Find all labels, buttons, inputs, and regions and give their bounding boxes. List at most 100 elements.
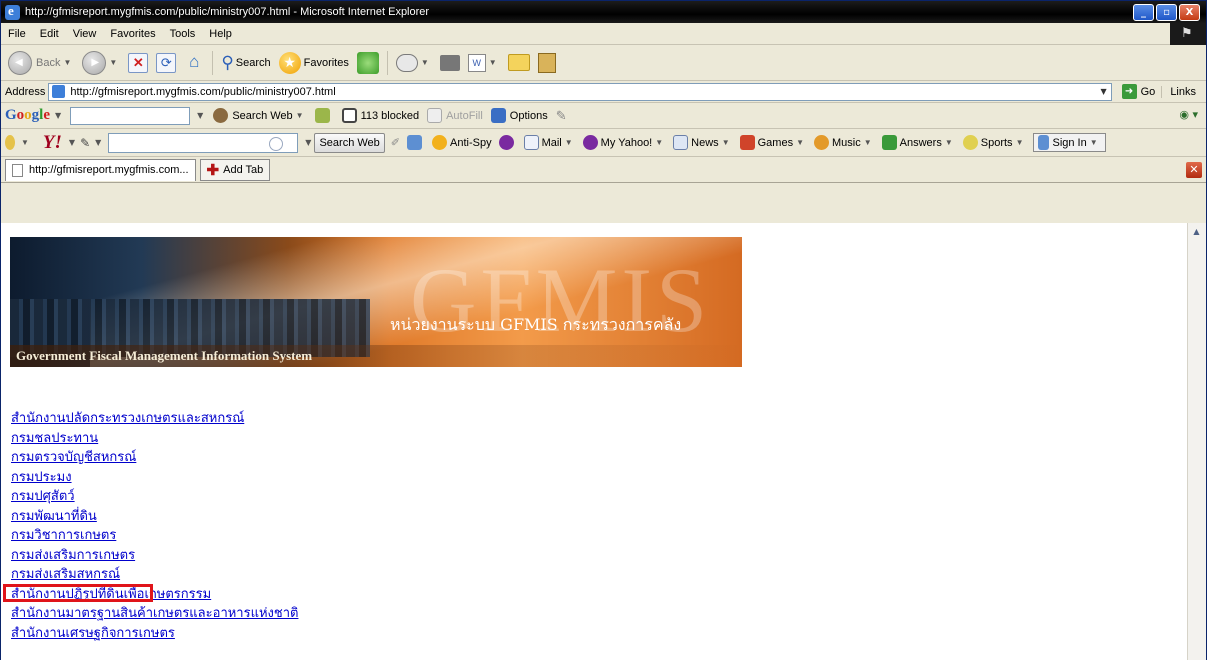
menu-help[interactable]: Help: [202, 23, 239, 45]
yahoo-pencil-icon[interactable]: ✎: [80, 136, 90, 150]
pagerank-button[interactable]: [314, 108, 334, 123]
add-tab-button[interactable]: ✚ Add Tab: [199, 158, 271, 181]
department-link[interactable]: สำนักงานปลัดกระทรวงเกษตรและสหกรณ์: [11, 409, 298, 429]
scroll-up-arrow-icon[interactable]: ▲: [1188, 223, 1205, 240]
news-button[interactable]: News ▼: [673, 135, 732, 150]
menu-favorites[interactable]: Favorites: [103, 23, 162, 45]
search-web-dropdown-icon[interactable]: ▼: [296, 111, 304, 120]
forward-button[interactable]: ▼: [79, 48, 123, 78]
close-button[interactable]: X: [1179, 3, 1200, 21]
refresh-button[interactable]: ⟳: [153, 48, 179, 78]
print-button[interactable]: [437, 48, 463, 78]
address-dropdown-icon[interactable]: ▼: [1097, 87, 1111, 96]
stop-button[interactable]: ✕: [125, 48, 151, 78]
autofill-button[interactable]: AutoFill: [427, 108, 483, 123]
department-link[interactable]: กรมชลประทาน: [11, 429, 298, 449]
mail-dropdown-icon[interactable]: ▼: [421, 58, 429, 67]
my-yahoo-label: My Yahoo!: [600, 136, 653, 149]
google-dropdown-icon[interactable]: ▼: [55, 111, 61, 120]
search-button[interactable]: ⚲ Search: [218, 48, 273, 78]
page-content: GFMIS หน่วยงานระบบ GFMIS กระทรวงการคลัง …: [1, 223, 1187, 660]
yahoo-messenger-button[interactable]: [498, 135, 517, 150]
edit-dropdown-icon[interactable]: ▼: [489, 58, 497, 67]
google-search-web-button[interactable]: Search Web ▼: [213, 108, 306, 123]
banner-english-title: Government Fiscal Management Information…: [10, 345, 742, 367]
back-button[interactable]: Back ▼: [5, 48, 77, 78]
maximize-button[interactable]: ▫: [1156, 3, 1177, 21]
department-link[interactable]: สำนักงานมาตรฐานสินค้าเกษตรและอาหารแห่งชา…: [11, 604, 298, 624]
favorites-button[interactable]: ★ Favorites: [276, 48, 352, 78]
folder-button[interactable]: [505, 48, 533, 78]
home-button[interactable]: ⌂: [181, 48, 207, 78]
yahoo-search-web-button[interactable]: Search Web: [314, 132, 385, 153]
google-logo[interactable]: Google: [5, 107, 50, 124]
answers-dd-icon[interactable]: ▼: [945, 138, 953, 147]
department-link[interactable]: กรมส่งเสริมการเกษตร: [11, 546, 298, 566]
yahoo-logo-dropdown-icon[interactable]: ▼: [69, 138, 75, 147]
vertical-scrollbar[interactable]: ▲: [1187, 223, 1206, 660]
anti-spy-button[interactable]: Anti-Spy: [432, 135, 492, 150]
sports-button[interactable]: Sports ▼: [962, 135, 1027, 150]
department-link[interactable]: กรมตรวจบัญชีสหกรณ์: [11, 448, 298, 468]
my-yahoo-dd-icon[interactable]: ▼: [655, 138, 663, 147]
games-dd-icon[interactable]: ▼: [796, 138, 804, 147]
back-dropdown-icon[interactable]: ▼: [63, 58, 71, 67]
sign-in-icon: [1038, 135, 1050, 150]
minimize-button[interactable]: _: [1133, 3, 1154, 21]
yahoo-search-input[interactable]: [108, 132, 299, 153]
yahoo-menu-dropdown-icon[interactable]: ▼: [21, 138, 29, 147]
edit-button[interactable]: W ▼: [465, 48, 503, 78]
menu-tools[interactable]: Tools: [163, 23, 203, 45]
department-link-highlighted[interactable]: กรมส่งเสริมสหกรณ์: [11, 565, 298, 585]
links-button[interactable]: Links: [1161, 85, 1206, 98]
edit-page-icon: W: [467, 53, 486, 72]
answers-label: Answers: [899, 136, 942, 149]
department-link[interactable]: กรมประมง: [11, 468, 298, 488]
google-search-input[interactable]: [70, 106, 191, 125]
news-dd-icon[interactable]: ▼: [722, 138, 730, 147]
yahoo-pencil-dropdown-icon[interactable]: ▼: [95, 138, 101, 147]
highlight-annotation-box: [3, 584, 153, 602]
mail-button[interactable]: ▼: [393, 48, 435, 78]
google-settings-icon[interactable]: ◉ ▾: [1179, 108, 1198, 121]
address-input[interactable]: http://gfmisreport.mygfmis.com/public/mi…: [48, 82, 1112, 101]
mail-dd-icon[interactable]: ▼: [565, 138, 573, 147]
sports-dd-icon[interactable]: ▼: [1016, 138, 1024, 147]
music-dd-icon[interactable]: ▼: [864, 138, 872, 147]
ie-icon: [5, 3, 20, 20]
yahoo-logo[interactable]: Y!: [43, 132, 62, 154]
popup-blocker-button[interactable]: 113 blocked: [341, 108, 419, 123]
media-button[interactable]: [354, 48, 382, 78]
department-link[interactable]: กรมปศุสัตว์: [11, 487, 298, 507]
yahoo-tools-button[interactable]: [407, 135, 425, 150]
tab-current[interactable]: http://gfmisreport.mygfmis.com...: [5, 158, 196, 181]
music-button[interactable]: Music ▼: [814, 135, 875, 150]
sign-in-button[interactable]: Sign In ▼: [1033, 133, 1106, 152]
search-web-icon: [213, 108, 229, 123]
yahoo-mail-button[interactable]: Mail ▼: [523, 135, 576, 150]
google-input-dropdown-icon[interactable]: ▼: [197, 111, 203, 120]
menu-view[interactable]: View: [66, 23, 104, 45]
options-button[interactable]: Options: [490, 108, 548, 123]
menu-file[interactable]: File: [1, 23, 33, 45]
answers-button[interactable]: Answers ▼: [881, 135, 956, 150]
music-icon: [814, 135, 829, 150]
department-link[interactable]: สำนักงานเศรษฐกิจการเกษตร: [11, 624, 298, 644]
address-url[interactable]: http://gfmisreport.mygfmis.com/public/mi…: [70, 86, 1096, 98]
department-link[interactable]: กรมวิชาการเกษตร: [11, 526, 298, 546]
research-button[interactable]: [535, 48, 559, 78]
sign-in-dd-icon[interactable]: ▼: [1090, 138, 1098, 147]
go-button[interactable]: ➜ Go: [1116, 84, 1162, 99]
pencil-button[interactable]: ✎: [556, 108, 567, 124]
yahoo-highlight-button[interactable]: ✐: [391, 136, 400, 149]
my-yahoo-icon: [582, 135, 598, 150]
yahoo-menu-button[interactable]: ▼: [5, 135, 32, 150]
my-yahoo-button[interactable]: My Yahoo! ▼: [582, 135, 667, 150]
forward-dropdown-icon[interactable]: ▼: [109, 58, 117, 67]
yahoo-input-dropdown-icon[interactable]: ▼: [305, 138, 311, 147]
close-tab-icon[interactable]: ✕: [1186, 162, 1202, 178]
stop-icon: ✕: [128, 52, 149, 73]
menu-edit[interactable]: Edit: [33, 23, 66, 45]
department-link[interactable]: กรมพัฒนาที่ดิน: [11, 507, 298, 527]
games-button[interactable]: Games ▼: [739, 135, 807, 150]
